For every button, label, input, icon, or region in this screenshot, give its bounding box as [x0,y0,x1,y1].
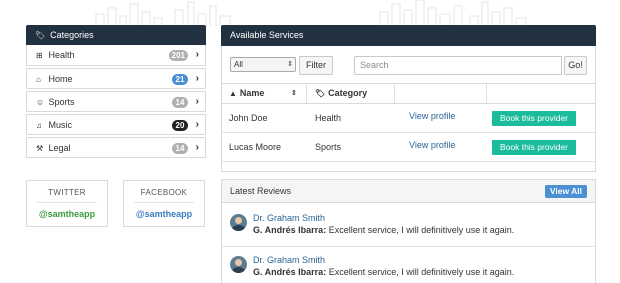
table-header-row: ▲ Name ⇕ 🏷︎ Category [222,83,595,104]
table-row: Lucas Moore Sports View profile Book thi… [222,133,595,162]
avatar [230,214,247,231]
facebook-handle-link[interactable]: @samtheapp [124,209,204,219]
category-item-sports[interactable]: ☺ Sports 14 › [26,91,206,112]
provider-category: Health [315,113,342,123]
review-comment: Excellent service, I will definitively u… [326,267,515,277]
book-provider-button[interactable]: Book this provider [492,111,576,126]
view-profile-link[interactable]: View profile [409,140,455,150]
select-arrows-icon: ⇕ [287,61,293,68]
categories-title: Categories [50,30,94,40]
chevron-right-icon: › [195,119,199,130]
home-icon: ⌂ [36,75,41,84]
review-comment: Excellent service, I will definitively u… [326,225,515,235]
search-input[interactable]: Search [354,56,562,75]
avatar [230,256,247,273]
category-count-badge: 21 [172,74,188,85]
review-author: G. Andrés Ibarra: [253,225,327,235]
category-label: Home [48,74,73,84]
chevron-right-icon: › [195,49,199,60]
column-header-category-label: Category [328,88,368,98]
table-row: John Doe Health View profile Book this p… [222,104,595,133]
music-note-icon: ♫ [36,121,42,130]
twitter-box: TWITTER @samtheapp [26,180,108,227]
category-item-legal[interactable]: ⚒ Legal 14 › [26,137,206,158]
review-item: Dr. Graham Smith G. Andrés Ibarra: Excel… [230,211,585,241]
category-item-health[interactable]: ⊞ Health 201 › [26,45,206,66]
provider-name: John Doe [229,113,268,123]
services-toolbar: All ⇕ Filter Search Go! [230,56,588,76]
facebook-box: FACEBOOK @samtheapp [123,180,205,227]
reviews-header: Latest Reviews View All [222,180,595,203]
services-header: Available Services [221,25,596,46]
category-count-badge: 20 [172,120,188,131]
chevron-right-icon: › [195,142,199,153]
review-item: Dr. Graham Smith G. Andrés Ibarra: Excel… [230,253,585,283]
go-button[interactable]: Go! [564,56,587,75]
category-select[interactable]: All ⇕ [230,57,296,72]
divider [37,202,97,203]
facebook-title: FACEBOOK [140,188,188,197]
twitter-title: TWITTER [48,188,86,197]
services-table: ▲ Name ⇕ 🏷︎ Category John Doe Health View … [222,83,595,162]
tag-icon: 🏷︎ [315,89,326,98]
category-select-value: All [234,60,243,69]
column-divider [394,84,395,103]
categories-panel: 🏷︎ Categories ⊞ Health 201 › ⌂ Home 21 › … [26,25,206,158]
categories-header: 🏷︎ Categories [26,25,206,45]
divider [134,202,194,203]
services-title: Available Services [230,30,304,40]
review-author: G. Andrés Ibarra: [253,267,327,277]
twitter-handle-link[interactable]: @samtheapp [27,209,107,219]
available-services-panel: Available Services All ⇕ Filter Search G… [221,25,596,172]
category-item-music[interactable]: ♫ Music 20 › [26,114,206,135]
category-label: Health [48,50,75,60]
latest-reviews-panel: Latest Reviews View All Dr. Graham Smith… [221,179,596,283]
column-divider [486,84,487,103]
review-text: G. Andrés Ibarra: Excellent service, I w… [253,225,514,235]
category-count-badge: 14 [172,97,188,108]
skyline-decoration [95,0,527,26]
column-header-name[interactable]: ▲ Name [229,84,264,103]
chevron-right-icon: › [195,73,199,84]
category-label: Sports [48,97,75,107]
reviews-title: Latest Reviews [230,186,292,196]
sort-icon[interactable]: ⇕ [291,84,297,103]
category-count-badge: 201 [168,50,188,61]
provider-category: Sports [315,142,342,152]
category-count-badge: 14 [172,143,188,154]
column-divider [306,84,307,103]
tag-icon: 🏷︎ [35,31,46,40]
chevron-right-icon: › [195,96,199,107]
user-icon: ▲ [229,89,237,98]
review-provider-link[interactable]: Dr. Graham Smith [253,213,325,223]
plus-square-icon: ⊞ [36,51,43,60]
view-profile-link[interactable]: View profile [409,111,455,121]
filter-button[interactable]: Filter [299,56,333,75]
column-header-name-label: Name [239,88,265,98]
review-text: G. Andrés Ibarra: Excellent service, I w… [253,267,514,277]
gavel-icon: ⚒ [36,144,44,153]
category-label: Legal [48,143,71,153]
divider [222,246,595,247]
provider-name: Lucas Moore [229,142,282,152]
view-all-button[interactable]: View All [544,185,587,198]
smile-icon: ☺ [36,98,45,107]
review-provider-link[interactable]: Dr. Graham Smith [253,255,325,265]
category-label: Music [48,120,73,130]
column-header-category: 🏷︎ Category [315,84,367,103]
category-item-home[interactable]: ⌂ Home 21 › [26,68,206,89]
book-provider-button[interactable]: Book this provider [492,140,576,155]
